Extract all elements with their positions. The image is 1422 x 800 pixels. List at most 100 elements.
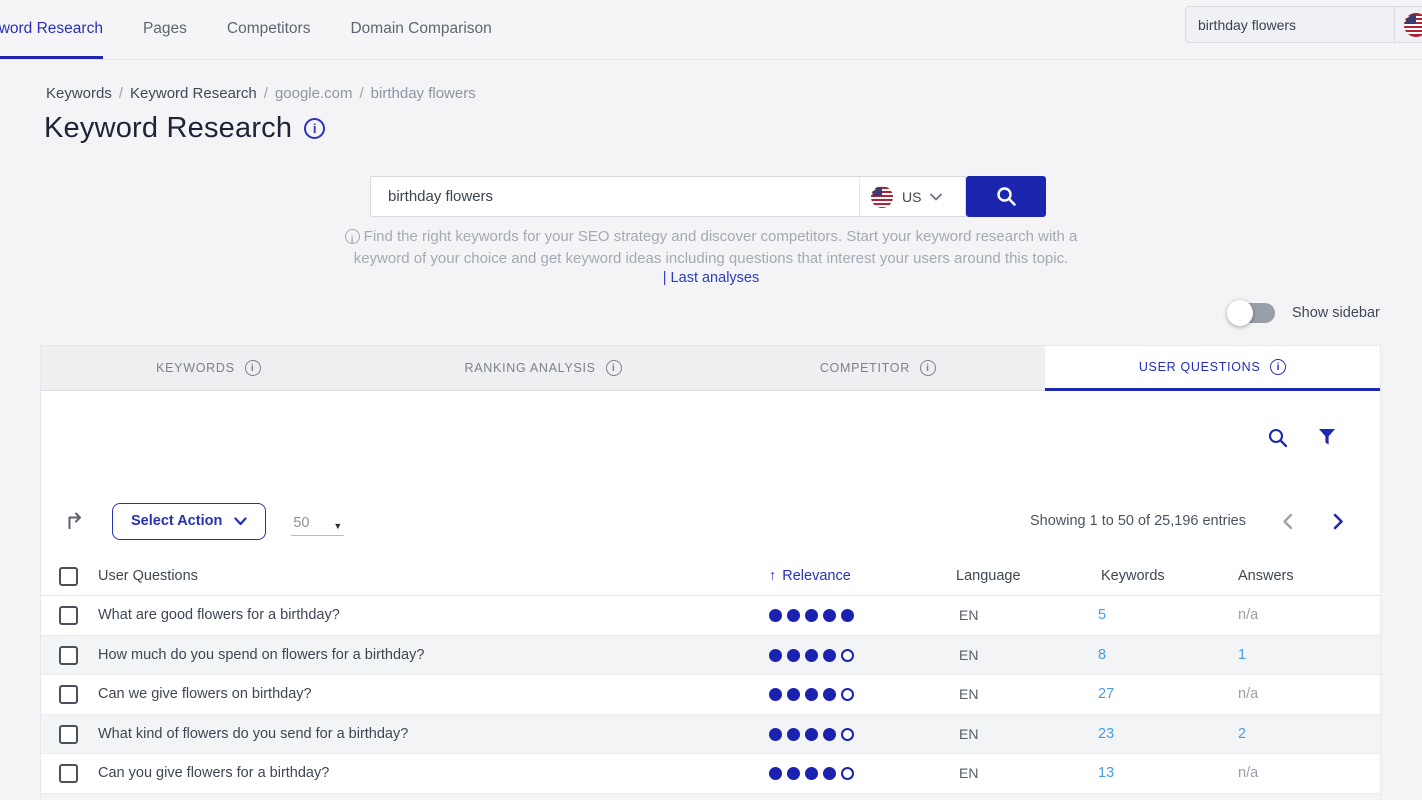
row-language: EN bbox=[959, 726, 978, 742]
tab-competitor[interactable]: COMPETITOR i bbox=[711, 346, 1046, 391]
select-action-label: Select Action bbox=[131, 513, 222, 529]
relevance-dot-filled bbox=[769, 728, 782, 741]
tab-info-icon[interactable]: i bbox=[1270, 359, 1286, 375]
column-header-user-questions[interactable]: User Questions bbox=[98, 568, 198, 584]
breadcrumb-keywords[interactable]: Keywords bbox=[46, 85, 112, 102]
tab-user-questions[interactable]: USER QUESTIONS i bbox=[1045, 346, 1380, 391]
table-row: What are good flowers for a birthday? EN… bbox=[41, 596, 1380, 636]
relevance-dot-filled bbox=[805, 609, 818, 622]
tab-info-icon[interactable]: i bbox=[245, 360, 261, 376]
relevance-dot-filled bbox=[805, 728, 818, 741]
column-header-answers[interactable]: Answers bbox=[1238, 568, 1294, 584]
topnav-country-selector[interactable] bbox=[1395, 13, 1422, 37]
relevance-dots bbox=[769, 649, 854, 662]
us-flag-icon bbox=[871, 186, 893, 208]
export-icon[interactable] bbox=[65, 511, 86, 531]
relevance-dots bbox=[769, 688, 854, 701]
nav-item-pages[interactable]: Pages bbox=[143, 0, 187, 59]
relevance-dots bbox=[769, 728, 854, 741]
last-analyses-link[interactable]: | Last analyses bbox=[0, 270, 1422, 286]
relevance-dot-filled bbox=[787, 688, 800, 701]
table-toolbar: Select Action 50 ▼ Showing 1 to 50 of 25… bbox=[41, 501, 1380, 541]
sort-ascending-icon: ↑ bbox=[769, 568, 776, 584]
table-body: What are good flowers for a birthday? EN… bbox=[41, 596, 1380, 800]
row-question: Can you give flowers for a birthday? bbox=[98, 765, 329, 781]
row-checkbox[interactable] bbox=[59, 725, 78, 744]
row-keywords-link[interactable]: 8 bbox=[1098, 647, 1106, 663]
row-language: EN bbox=[959, 607, 978, 623]
breadcrumb-separator: / bbox=[264, 85, 268, 102]
relevance-dot-filled bbox=[823, 649, 836, 662]
breadcrumb-separator: / bbox=[119, 85, 123, 102]
row-language: EN bbox=[959, 686, 978, 702]
tab-label: RANKING ANALYSIS bbox=[465, 361, 596, 375]
show-sidebar-label: Show sidebar bbox=[1292, 305, 1380, 321]
row-checkbox[interactable] bbox=[59, 685, 78, 704]
previous-page-chevron[interactable] bbox=[1282, 513, 1293, 530]
relevance-dot-empty bbox=[841, 767, 854, 780]
filter-funnel-icon[interactable] bbox=[1318, 428, 1336, 453]
breadcrumb-keyword-research[interactable]: Keyword Research bbox=[130, 85, 257, 102]
row-answers[interactable]: 2 bbox=[1238, 726, 1246, 742]
relevance-dot-filled bbox=[769, 649, 782, 662]
row-keywords-link[interactable]: 13 bbox=[1098, 765, 1114, 781]
row-answers: n/a bbox=[1238, 686, 1258, 702]
table-search-icon[interactable] bbox=[1268, 428, 1288, 453]
column-header-keywords[interactable]: Keywords bbox=[1101, 568, 1165, 584]
search-button[interactable] bbox=[966, 176, 1046, 217]
nav-item-label: Keyword Research bbox=[0, 20, 103, 38]
tab-keywords[interactable]: KEYWORDS i bbox=[41, 346, 376, 391]
tab-label: COMPETITOR bbox=[820, 361, 910, 375]
row-keywords-link[interactable]: 23 bbox=[1098, 726, 1114, 742]
show-sidebar-toggle[interactable] bbox=[1229, 303, 1275, 323]
nav-item-keyword-research[interactable]: Keyword Research bbox=[0, 0, 103, 59]
row-language: EN bbox=[959, 765, 978, 781]
table-row: Can you give flowers for a birthday? EN … bbox=[41, 754, 1380, 794]
description-line-1: Find the right keywords for your SEO str… bbox=[364, 228, 1078, 245]
relevance-dot-filled bbox=[769, 609, 782, 622]
page-title: Keyword Research bbox=[44, 112, 292, 145]
relevance-dot-filled bbox=[805, 767, 818, 780]
next-page-chevron[interactable] bbox=[1333, 513, 1344, 530]
search-icon bbox=[996, 186, 1017, 207]
row-checkbox[interactable] bbox=[59, 606, 78, 625]
topnav-search-input[interactable] bbox=[1186, 7, 1394, 42]
row-checkbox[interactable] bbox=[59, 764, 78, 783]
row-answers[interactable]: 1 bbox=[1238, 647, 1246, 663]
breadcrumb-separator: / bbox=[360, 85, 364, 102]
tab-ranking-analysis[interactable]: RANKING ANALYSIS i bbox=[376, 346, 711, 391]
tab-info-icon[interactable]: i bbox=[606, 360, 622, 376]
page-size-select[interactable]: 50 ▼ bbox=[291, 506, 344, 536]
relevance-dot-filled bbox=[787, 649, 800, 662]
row-question: Can we give flowers on birthday? bbox=[98, 686, 312, 702]
title-info-icon[interactable]: i bbox=[304, 118, 325, 139]
country-dropdown[interactable]: US bbox=[859, 176, 966, 217]
keyword-search-input[interactable] bbox=[370, 176, 859, 217]
chevron-down-icon bbox=[930, 193, 942, 201]
table-header: User Questions ↑Relevance Language Keywo… bbox=[41, 558, 1380, 596]
select-action-button[interactable]: Select Action bbox=[112, 503, 266, 540]
relevance-dot-filled bbox=[787, 728, 800, 741]
description-line-2: keyword of your choice and get keyword i… bbox=[354, 250, 1069, 267]
row-checkbox[interactable] bbox=[59, 646, 78, 665]
relevance-dot-filled bbox=[787, 609, 800, 622]
nav-item-domain-comparison[interactable]: Domain Comparison bbox=[350, 0, 491, 59]
caret-down-icon: ▼ bbox=[333, 521, 342, 531]
column-header-relevance[interactable]: ↑Relevance bbox=[769, 568, 851, 584]
nav-item-label: Competitors bbox=[227, 20, 311, 38]
row-question: What kind of flowers do you send for a b… bbox=[98, 726, 408, 742]
select-all-checkbox[interactable] bbox=[59, 567, 78, 586]
pagination-summary: Showing 1 to 50 of 25,196 entries bbox=[1030, 513, 1246, 529]
tab-info-icon[interactable]: i bbox=[920, 360, 936, 376]
relevance-dot-filled bbox=[787, 767, 800, 780]
column-header-language[interactable]: Language bbox=[956, 568, 1021, 584]
toggle-knob bbox=[1227, 300, 1253, 326]
nav-item-competitors[interactable]: Competitors bbox=[227, 0, 311, 59]
tab-label: KEYWORDS bbox=[156, 361, 235, 375]
row-keywords-link[interactable]: 27 bbox=[1098, 686, 1114, 702]
country-code-label: US bbox=[902, 189, 921, 205]
tab-label: USER QUESTIONS bbox=[1139, 360, 1261, 374]
relevance-dot-filled bbox=[841, 609, 854, 622]
relevance-dot-filled bbox=[805, 688, 818, 701]
row-keywords-link[interactable]: 5 bbox=[1098, 607, 1106, 623]
